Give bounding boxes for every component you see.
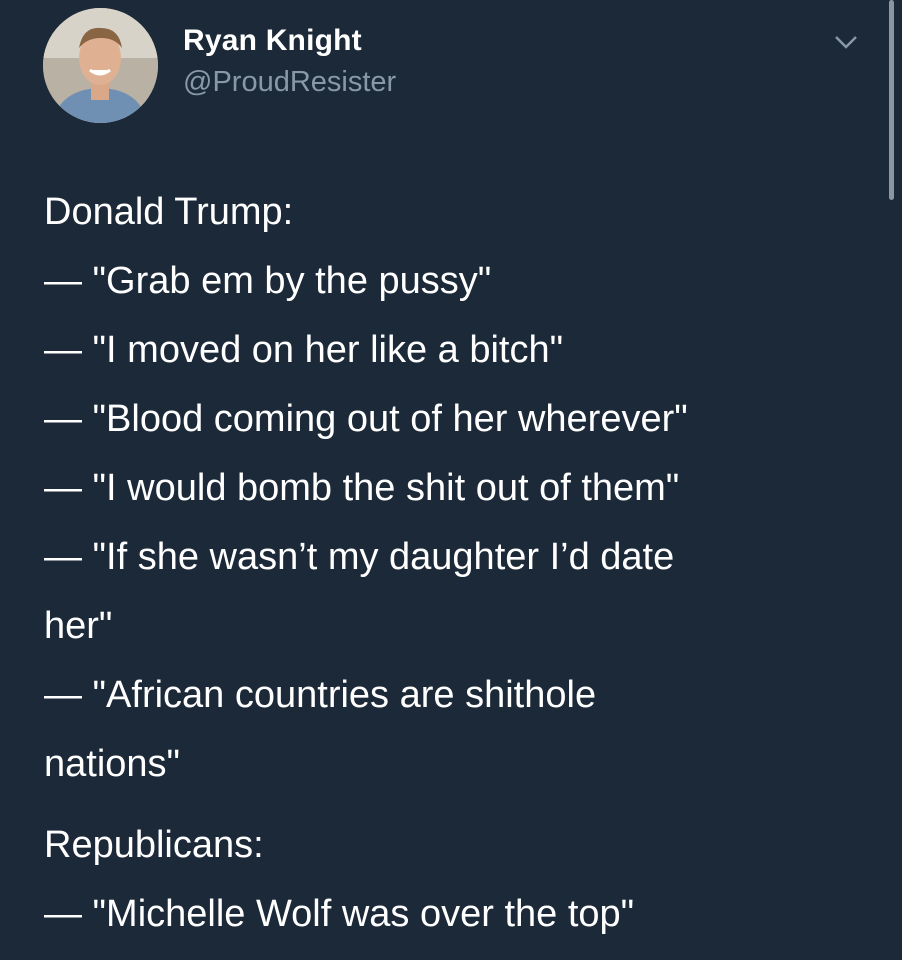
user-name[interactable]: Ryan Knight xyxy=(183,24,362,58)
section-heading: Donald Trump: xyxy=(44,191,294,233)
user-handle[interactable]: @ProudResister xyxy=(183,66,396,99)
tweet: Ryan Knight @ProudResister Donald Trump:… xyxy=(0,0,902,960)
quote-line: — "African countries are shithole xyxy=(44,674,597,716)
section-heading: Republicans: xyxy=(44,824,264,866)
quote-line: — "Michelle Wolf was over the top" xyxy=(44,893,635,935)
avatar-image xyxy=(43,8,158,123)
quote-line-continued: nations" xyxy=(44,743,181,785)
tweet-text: Donald Trump: — "Grab em by the pussy" —… xyxy=(44,178,874,949)
quote-line: — "I would bomb the shit out of them" xyxy=(44,467,680,509)
avatar[interactable] xyxy=(43,8,158,123)
quote-line: — "If she wasn’t my daughter I’d date xyxy=(44,536,675,578)
quote-line-continued: her" xyxy=(44,605,113,647)
quote-line: — "Blood coming out of her wherever" xyxy=(44,398,688,440)
quote-line: — "I moved on her like a bitch" xyxy=(44,329,564,371)
chevron-down-icon[interactable] xyxy=(832,32,860,52)
quote-line: — "Grab em by the pussy" xyxy=(44,260,492,302)
scrollbar[interactable] xyxy=(889,0,894,200)
